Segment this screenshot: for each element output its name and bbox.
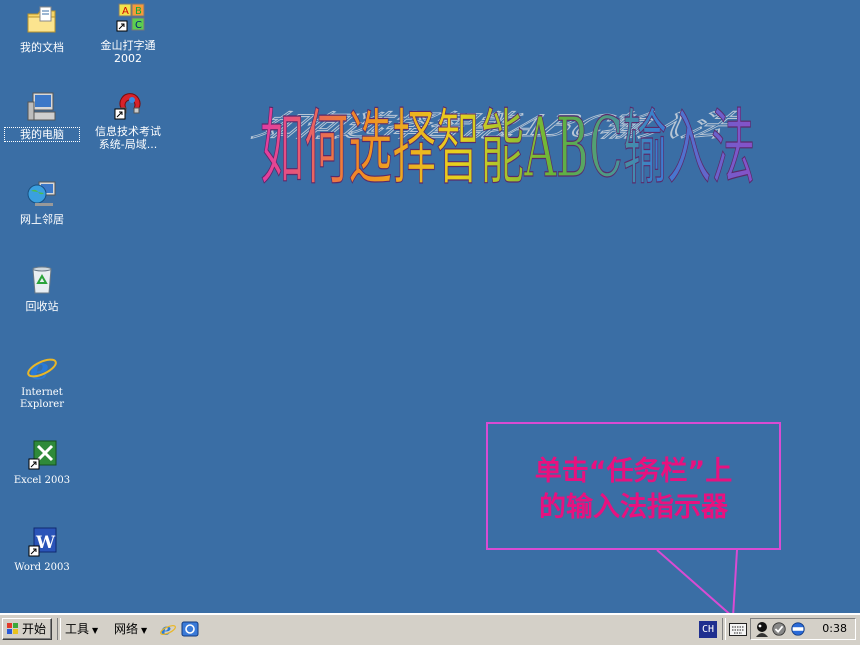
desktop-icon-label: Excel 2003 [13,475,71,486]
desktop-icon-label: 金山打字通 2002 [100,39,156,65]
tray-shield-icon[interactable] [771,621,787,637]
recycle-bin-icon [32,266,52,294]
svg-text:B: B [135,6,142,17]
svg-text:e: e [30,352,49,384]
desktop-icon-label: Word 2003 [14,562,70,573]
svg-text:A: A [122,6,129,17]
excel-icon [28,440,57,470]
word-icon: W [28,527,57,557]
callout-text: 单击“任务栏”上 的输入法指示器 [488,454,779,526]
desktop-icon-excel[interactable]: Excel 2003 [4,438,80,487]
folder-icon [27,6,56,33]
toolbar-tools-menu[interactable]: 工具 ▼ [65,620,98,640]
start-button[interactable]: 开始 [2,618,52,640]
desktop-icon-word[interactable]: W Word 2003 [4,525,80,574]
desktop-icon-internet-explorer[interactable]: e Internet Explorer [4,350,80,411]
input-method-keyboard-icon[interactable] [729,623,747,636]
desktop-icon-network-places[interactable]: 网上邻居 [4,176,80,226]
taskbar-separator [722,618,726,640]
desktop-icon-typing-tutor[interactable]: A B C 金山打字通 2002 [90,2,166,65]
network-globe-icon [27,181,56,206]
wordart-title: 如何选择智能ABC输入法 如何选择智能ABC输入法 [241,100,755,188]
desktop-icon-label: 回收站 [25,300,59,313]
desktop-icon-label: Internet Explorer [19,387,65,410]
quicklaunch-outlook-icon[interactable] [181,620,199,638]
taskbar-separator [57,618,61,640]
callout-line-1: 单击“任务栏”上 [534,456,733,487]
desktop-icon-label: 我的文档 [20,41,64,54]
callout-line-2: 的输入法指示器 [539,492,728,523]
desktop-icon-label: 信息技术考试 系统-局域... [95,125,161,151]
tray-user-icon[interactable] [753,620,771,638]
svg-text:e: e [161,620,171,638]
magnet-icon [114,93,141,120]
toolbar-network-menu[interactable]: 网络 ▼ [114,620,147,640]
abc-blocks-icon: A B C [116,3,145,32]
taskbar: 开始 工具 ▼ 网络 ▼ e CH 0:38 [0,613,860,645]
toolbar-tools-label: 工具 [65,622,90,636]
desktop-icon-exam-system[interactable]: 信息技术考试 系统-局域... [90,88,166,151]
svg-text:C: C [135,20,142,31]
dropdown-arrow-icon: ▼ [141,626,148,635]
desktop-icon-recycle-bin[interactable]: 回收站 [4,263,80,313]
internet-explorer-icon: e [27,352,57,384]
start-label: 开始 [22,622,47,636]
taskbar-clock[interactable]: 0:38 [822,622,847,635]
toolbar-network-label: 网络 [114,622,139,636]
quicklaunch-ie-icon[interactable]: e [159,620,177,638]
desktop-icon-label: 网上邻居 [20,213,64,226]
windows-flag-icon [7,623,18,634]
language-indicator-button[interactable]: CH [699,621,717,638]
desktop-icon-my-documents[interactable]: 我的文档 [4,4,80,54]
tray-network-badge-icon[interactable] [789,621,807,637]
computer-icon [27,92,56,121]
callout-box: 单击“任务栏”上 的输入法指示器 [486,422,781,550]
wordart-main-text: 如何选择智能ABC输入法 [260,101,755,188]
desktop-icon-label: 我的电脑 [4,127,80,142]
desktop-icon-my-computer[interactable]: 我的电脑 [4,90,80,142]
dropdown-arrow-icon: ▼ [92,626,99,635]
system-tray: 0:38 [750,618,856,640]
